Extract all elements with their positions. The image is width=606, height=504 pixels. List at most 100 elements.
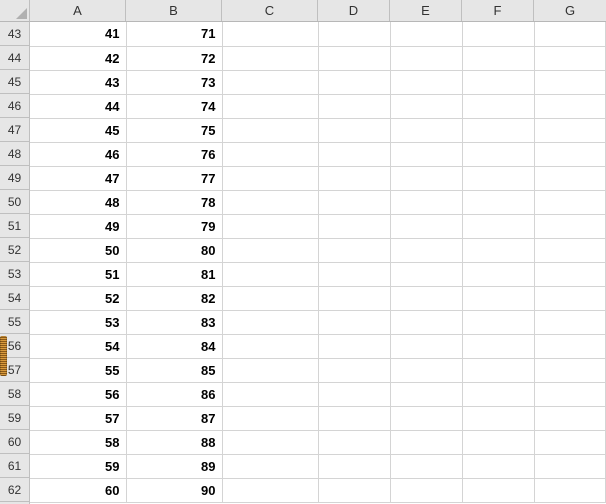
cell-B48[interactable]: 76	[126, 142, 222, 166]
cell-C52[interactable]	[222, 238, 318, 262]
cell-A47[interactable]: 45	[30, 118, 126, 142]
cell-C49[interactable]	[222, 166, 318, 190]
row-header-43[interactable]: 43	[0, 22, 29, 46]
cell-E47[interactable]	[390, 118, 462, 142]
cell-E50[interactable]	[390, 190, 462, 214]
cell-A52[interactable]: 50	[30, 238, 126, 262]
cell-C44[interactable]	[222, 46, 318, 70]
cell-G47[interactable]	[534, 118, 606, 142]
cell-G55[interactable]	[534, 310, 606, 334]
cell-A57[interactable]: 55	[30, 358, 126, 382]
cell-C56[interactable]	[222, 334, 318, 358]
cell-B43[interactable]: 71	[126, 22, 222, 46]
cell-E48[interactable]	[390, 142, 462, 166]
cell-G60[interactable]	[534, 430, 606, 454]
row-header-46[interactable]: 46	[0, 94, 29, 118]
cell-C51[interactable]	[222, 214, 318, 238]
cell-G45[interactable]	[534, 70, 606, 94]
cell-D45[interactable]	[318, 70, 390, 94]
cell-G57[interactable]	[534, 358, 606, 382]
cell-G58[interactable]	[534, 382, 606, 406]
cell-F50[interactable]	[462, 190, 534, 214]
cell-G44[interactable]	[534, 46, 606, 70]
cell-F44[interactable]	[462, 46, 534, 70]
column-header-C[interactable]: C	[222, 0, 318, 21]
cell-B62[interactable]: 90	[126, 478, 222, 502]
cell-G62[interactable]	[534, 478, 606, 502]
row-header-54[interactable]: 54	[0, 286, 29, 310]
cell-G53[interactable]	[534, 262, 606, 286]
cell-F43[interactable]	[462, 22, 534, 46]
cell-B51[interactable]: 79	[126, 214, 222, 238]
cell-E59[interactable]	[390, 406, 462, 430]
cell-E43[interactable]	[390, 22, 462, 46]
cell-E55[interactable]	[390, 310, 462, 334]
cell-D43[interactable]	[318, 22, 390, 46]
cell-D48[interactable]	[318, 142, 390, 166]
column-header-B[interactable]: B	[126, 0, 222, 21]
cell-G61[interactable]	[534, 454, 606, 478]
cell-A49[interactable]: 47	[30, 166, 126, 190]
cell-E49[interactable]	[390, 166, 462, 190]
cell-D55[interactable]	[318, 310, 390, 334]
cell-B47[interactable]: 75	[126, 118, 222, 142]
cell-E53[interactable]	[390, 262, 462, 286]
cell-D51[interactable]	[318, 214, 390, 238]
cell-A53[interactable]: 51	[30, 262, 126, 286]
cell-G43[interactable]	[534, 22, 606, 46]
cell-C55[interactable]	[222, 310, 318, 334]
cell-F51[interactable]	[462, 214, 534, 238]
cell-D47[interactable]	[318, 118, 390, 142]
cell-F47[interactable]	[462, 118, 534, 142]
cell-B54[interactable]: 82	[126, 286, 222, 310]
cell-C50[interactable]	[222, 190, 318, 214]
cell-E52[interactable]	[390, 238, 462, 262]
row-header-45[interactable]: 45	[0, 70, 29, 94]
cell-E56[interactable]	[390, 334, 462, 358]
cell-B58[interactable]: 86	[126, 382, 222, 406]
row-header-61[interactable]: 61	[0, 454, 29, 478]
cell-C53[interactable]	[222, 262, 318, 286]
cell-B45[interactable]: 73	[126, 70, 222, 94]
cell-C43[interactable]	[222, 22, 318, 46]
cell-C48[interactable]	[222, 142, 318, 166]
cell-G52[interactable]	[534, 238, 606, 262]
cell-G48[interactable]	[534, 142, 606, 166]
row-header-49[interactable]: 49	[0, 166, 29, 190]
cell-C61[interactable]	[222, 454, 318, 478]
cell-F62[interactable]	[462, 478, 534, 502]
cell-D56[interactable]	[318, 334, 390, 358]
cell-D50[interactable]	[318, 190, 390, 214]
cell-A58[interactable]: 56	[30, 382, 126, 406]
row-header-53[interactable]: 53	[0, 262, 29, 286]
cell-A46[interactable]: 44	[30, 94, 126, 118]
cell-B61[interactable]: 89	[126, 454, 222, 478]
row-header-55[interactable]: 55	[0, 310, 29, 334]
cell-A45[interactable]: 43	[30, 70, 126, 94]
row-header-59[interactable]: 59	[0, 406, 29, 430]
cell-F60[interactable]	[462, 430, 534, 454]
column-header-E[interactable]: E	[390, 0, 462, 21]
cell-D54[interactable]	[318, 286, 390, 310]
cell-E57[interactable]	[390, 358, 462, 382]
cells-grid[interactable]: 4171427243734474457546764777487849795080…	[30, 22, 606, 504]
cell-A61[interactable]: 59	[30, 454, 126, 478]
cell-E54[interactable]	[390, 286, 462, 310]
cell-F61[interactable]	[462, 454, 534, 478]
cell-B46[interactable]: 74	[126, 94, 222, 118]
cell-F57[interactable]	[462, 358, 534, 382]
cell-B44[interactable]: 72	[126, 46, 222, 70]
cell-B53[interactable]: 81	[126, 262, 222, 286]
cell-C54[interactable]	[222, 286, 318, 310]
cell-E46[interactable]	[390, 94, 462, 118]
cell-F53[interactable]	[462, 262, 534, 286]
cell-B50[interactable]: 78	[126, 190, 222, 214]
row-header-60[interactable]: 60	[0, 430, 29, 454]
cell-F49[interactable]	[462, 166, 534, 190]
column-header-A[interactable]: A	[30, 0, 126, 21]
row-header-52[interactable]: 52	[0, 238, 29, 262]
cell-C47[interactable]	[222, 118, 318, 142]
cell-F48[interactable]	[462, 142, 534, 166]
cell-A51[interactable]: 49	[30, 214, 126, 238]
cell-D44[interactable]	[318, 46, 390, 70]
